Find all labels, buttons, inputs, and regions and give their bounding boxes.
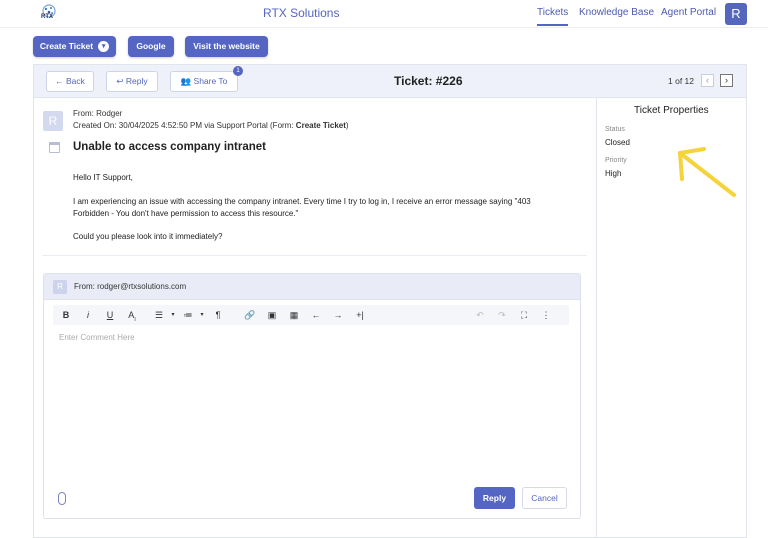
share-to-label: Share To — [193, 76, 228, 86]
indent-icon[interactable]: → — [331, 308, 345, 322]
sender-avatar: R — [43, 111, 63, 131]
people-icon: 👥 — [180, 76, 194, 86]
redo-icon[interactable]: ↷ — [495, 308, 509, 322]
more-icon[interactable]: ⋮ — [539, 308, 553, 322]
share-to-button[interactable]: 👥 Share To — [170, 71, 238, 92]
message-body: I am experiencing an issue with accessin… — [73, 197, 531, 218]
prev-page-button[interactable]: ‹ — [701, 74, 714, 87]
comment-input[interactable]: Enter Comment Here — [53, 326, 569, 476]
priority-label: Priority — [605, 157, 627, 164]
link-icon[interactable]: 🔗 — [243, 308, 257, 322]
properties-divider — [596, 98, 597, 538]
bold-button[interactable]: B — [59, 308, 73, 322]
cancel-button[interactable]: Cancel — [522, 487, 567, 509]
attachment-icon[interactable] — [58, 492, 66, 505]
message-closing: Could you please look into it immediatel… — [73, 232, 223, 241]
chevron-down-icon: ▾ — [98, 41, 110, 53]
priority-value[interactable]: High — [605, 169, 621, 178]
undo-icon[interactable]: ↶ — [473, 308, 487, 322]
comment-placeholder: Enter Comment Here — [59, 333, 135, 342]
chevron-down-icon[interactable]: ▾ — [166, 308, 180, 322]
ticket-header: ← Back ↩ Reply 👥 Share To 1 Ticket: #226… — [34, 65, 746, 98]
google-button[interactable]: Google — [128, 36, 174, 57]
subject-window-icon — [49, 142, 60, 153]
ticket-panel: ← Back ↩ Reply 👥 Share To 1 Ticket: #226… — [33, 64, 747, 538]
sender-from: From: Rodger — [73, 109, 123, 118]
back-button[interactable]: ← Back — [46, 71, 94, 92]
reply-top-button[interactable]: ↩ Reply — [106, 71, 158, 92]
reply-top-label: Reply — [125, 76, 148, 86]
nav-agent-portal[interactable]: Agent Portal — [661, 7, 716, 18]
pager-text: 1 of 12 — [668, 76, 694, 86]
created-form-name: Create Ticket — [295, 121, 346, 130]
table-icon[interactable]: ▦ — [287, 308, 301, 322]
rtx-logo-icon[interactable] — [38, 0, 60, 24]
fullscreen-icon[interactable]: ⛶ — [517, 308, 531, 322]
ticket-title: Ticket: #226 — [394, 74, 463, 88]
horizontal-rule-icon[interactable]: +| — [353, 308, 367, 322]
outdent-icon[interactable]: ← — [309, 308, 323, 322]
status-value[interactable]: Closed — [605, 138, 630, 147]
create-ticket-label: Create Ticket — [39, 41, 94, 51]
next-page-button[interactable]: › — [720, 74, 733, 87]
chevron-left-icon: ‹ — [706, 75, 709, 85]
message-greeting: Hello IT Support, — [73, 173, 133, 182]
top-navbar: RTX RTX Solutions Tickets Knowledge Base… — [0, 0, 768, 28]
created-on: Created On: 30/04/2025 4:52:50 PM via Su… — [73, 121, 349, 130]
logo-text: RTX — [41, 14, 53, 20]
reply-icon: ↩ — [116, 76, 126, 86]
share-count-badge: 1 — [233, 66, 243, 76]
reply-editor: R From: rodger@rtxsolutions.com B i U AI… — [43, 273, 581, 519]
nav-knowledge-base[interactable]: Knowledge Base — [579, 7, 654, 18]
arrow-left-icon: ← — [55, 76, 66, 86]
properties-title: Ticket Properties — [634, 105, 709, 116]
annotation-arrow-icon — [678, 147, 736, 197]
status-label: Status — [605, 126, 625, 133]
created-on-text: Created On: 30/04/2025 4:52:50 PM via Su… — [73, 121, 296, 130]
reply-header: R From: rodger@rtxsolutions.com — [44, 274, 580, 300]
image-icon[interactable]: ▣ — [265, 308, 279, 322]
editor-toolbar: B i U AI ☰ ▾ ≔ ▾ ¶ 🔗 ▣ ▦ ← → +| ↶ ↷ ⛶ ⋮ — [53, 305, 569, 325]
list-ordered-icon[interactable]: ☰ — [152, 308, 166, 322]
font-size-button[interactable]: AI — [125, 308, 139, 323]
back-label: Back — [65, 76, 85, 86]
list-bullet-icon[interactable]: ≔ — [181, 308, 195, 322]
reply-from: From: rodger@rtxsolutions.com — [74, 282, 187, 291]
chevron-down-icon[interactable]: ▾ — [195, 308, 209, 322]
created-on-suffix: ) — [345, 121, 349, 130]
visit-website-button[interactable]: Visit the website — [185, 36, 268, 57]
create-ticket-button[interactable]: Create Ticket ▾ — [33, 36, 116, 57]
paragraph-icon[interactable]: ¶ — [211, 308, 225, 322]
nav-tickets[interactable]: Tickets — [537, 7, 569, 26]
ticket-subject: Unable to access company intranet — [73, 141, 267, 153]
user-avatar[interactable]: R — [725, 3, 747, 25]
reply-submit-button[interactable]: Reply — [474, 487, 515, 509]
brand-title[interactable]: RTX Solutions — [263, 6, 339, 20]
italic-button[interactable]: i — [81, 308, 95, 322]
chevron-right-icon: › — [725, 75, 728, 85]
divider — [42, 255, 587, 256]
underline-button[interactable]: U — [103, 308, 117, 322]
reply-avatar: R — [53, 280, 67, 294]
actions-bar: Create Ticket ▾ Google Visit the website — [0, 29, 768, 65]
